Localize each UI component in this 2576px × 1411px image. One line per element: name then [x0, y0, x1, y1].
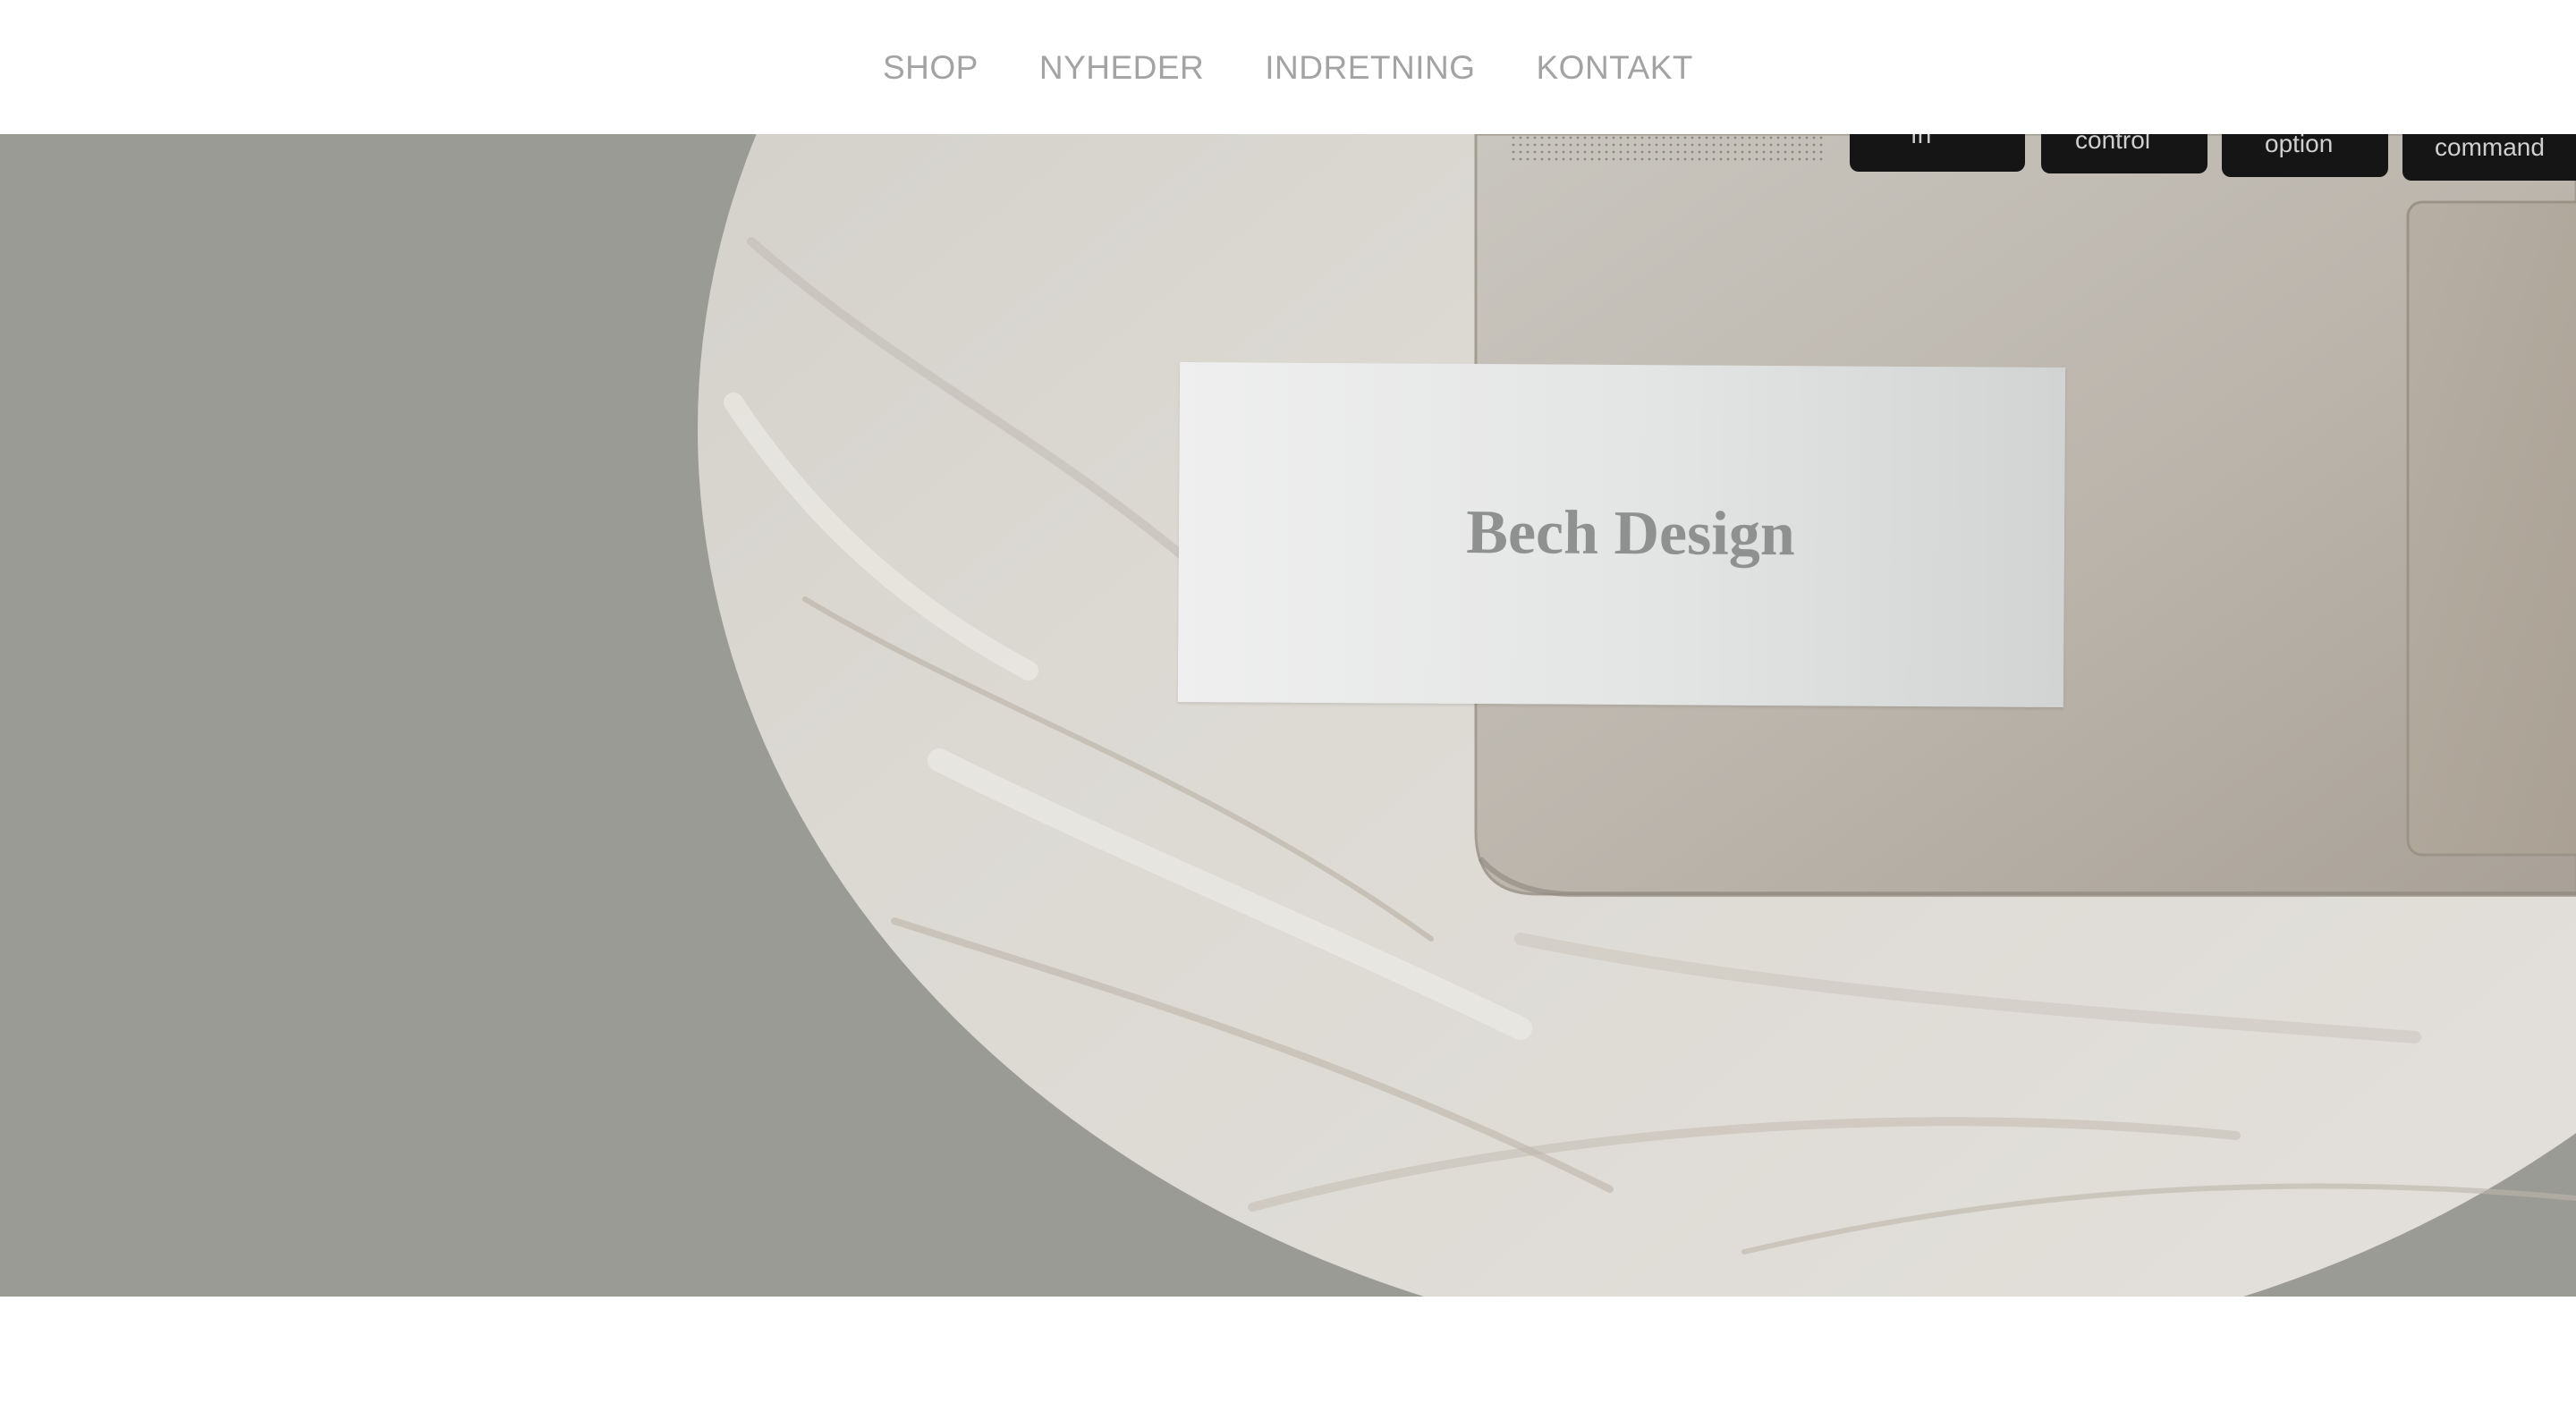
hero-image: fn control option command	[698, 134, 2576, 1297]
fn-key	[1850, 134, 2025, 172]
trackpad	[2406, 200, 2576, 857]
page-footer-space	[0, 1297, 2576, 1411]
option-key-label: option	[2265, 134, 2333, 157]
brand-name: Bech Design	[1466, 497, 1795, 570]
control-key-label: control	[2075, 134, 2150, 154]
fn-key-label: fn	[1911, 134, 1931, 148]
business-card: Bech Design	[1177, 361, 2066, 708]
speaker-grille	[1512, 136, 1825, 165]
nav-link-indretning[interactable]: INDRETNING	[1265, 47, 1475, 87]
nav-link-nyheder[interactable]: NYHEDER	[1039, 47, 1204, 87]
page: SHOP NYHEDER INDRETNING KONTAKT fn contr…	[0, 0, 2576, 1411]
nav-link-kontakt[interactable]: KONTAKT	[1537, 47, 1694, 87]
nav-link-shop[interactable]: SHOP	[883, 47, 979, 87]
command-key-label: command	[2435, 134, 2545, 161]
hero-banner: fn control option command Bech Design	[0, 134, 2576, 1297]
top-navigation: SHOP NYHEDER INDRETNING KONTAKT	[0, 0, 2576, 134]
